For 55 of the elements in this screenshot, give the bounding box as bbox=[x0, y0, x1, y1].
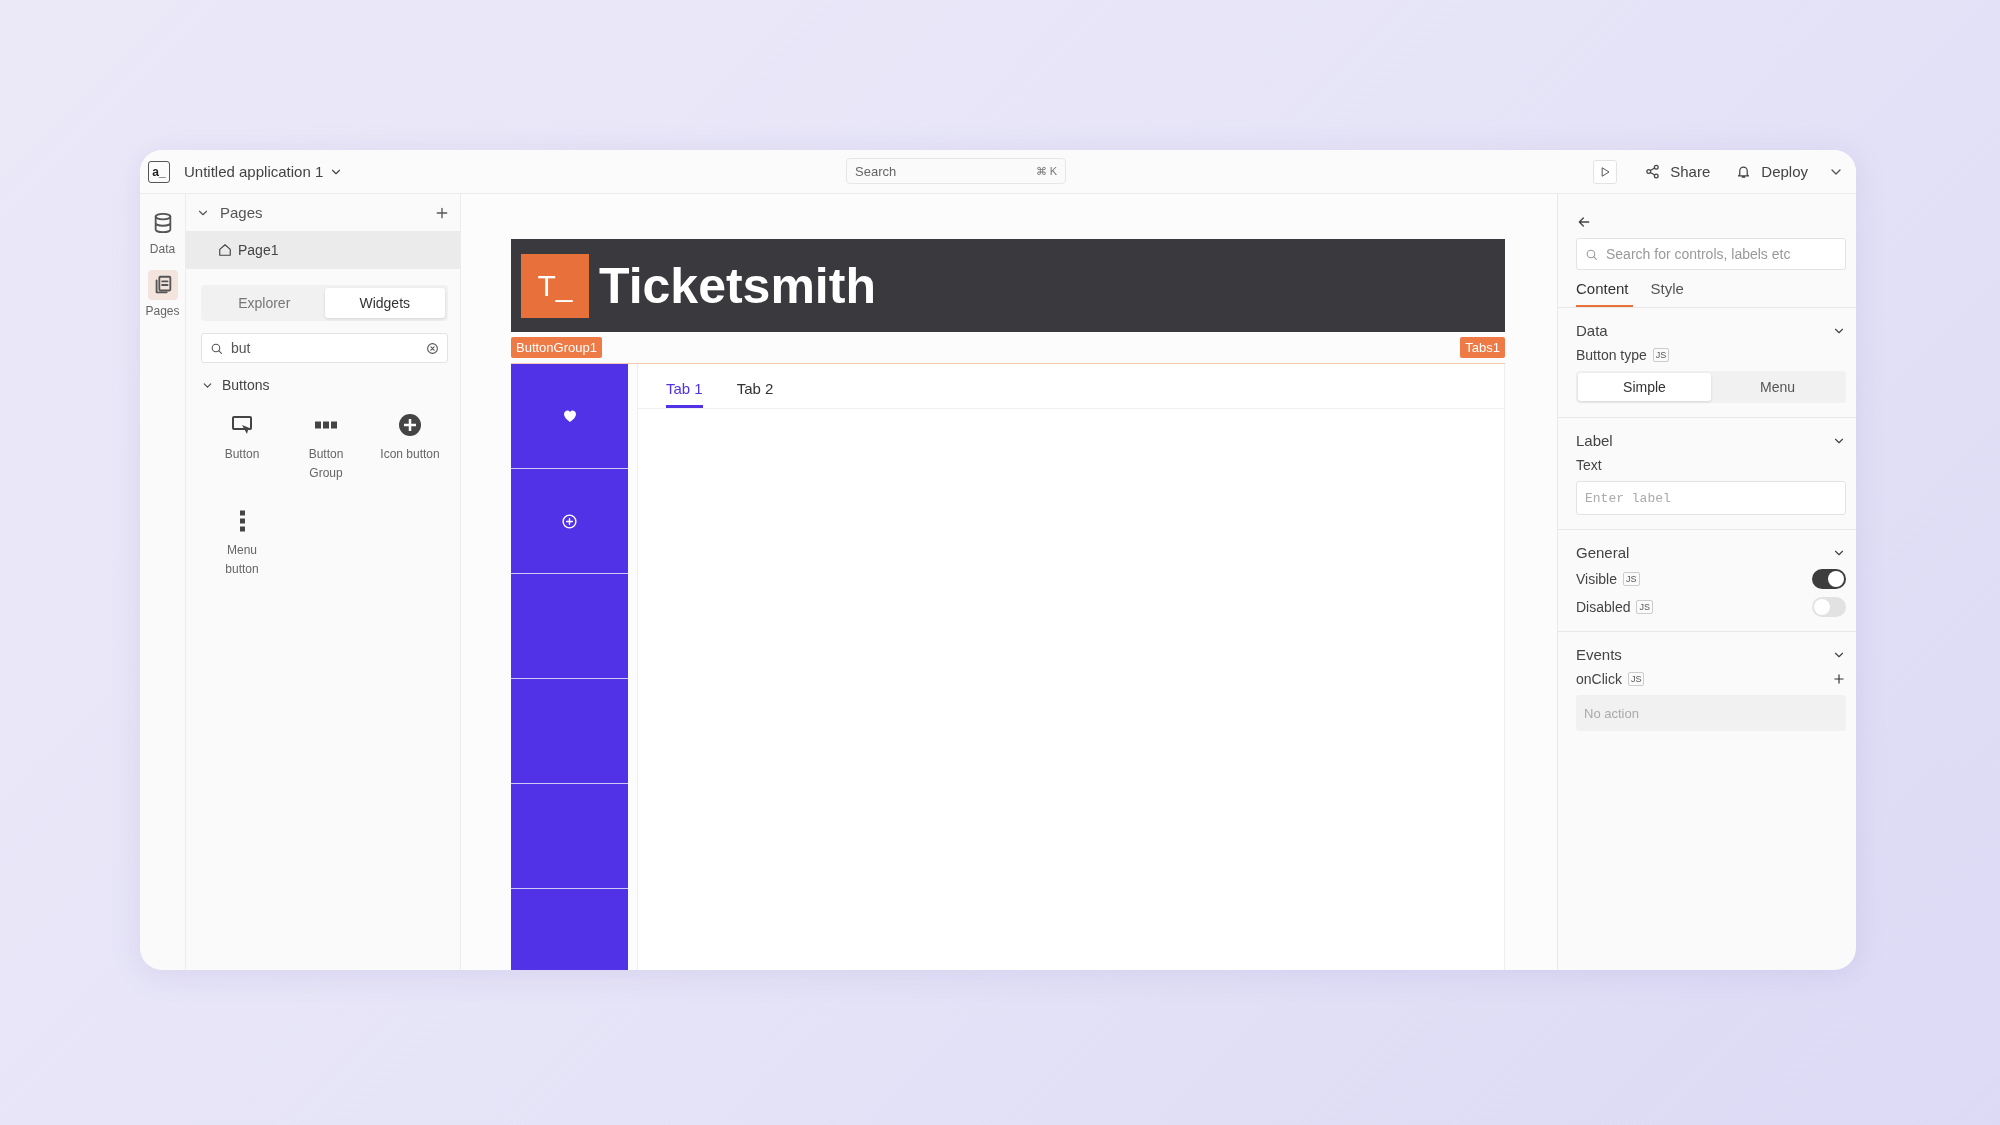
home-icon bbox=[218, 243, 232, 257]
field-label: Button type bbox=[1576, 347, 1647, 363]
toggle-switch[interactable] bbox=[1812, 597, 1846, 617]
js-badge[interactable]: JS bbox=[1636, 600, 1653, 614]
brand-logo: T_ bbox=[521, 253, 589, 318]
section-toggle[interactable]: Events bbox=[1576, 646, 1846, 663]
pages-section-toggle[interactable]: Pages bbox=[196, 204, 263, 221]
js-badge[interactable]: JS bbox=[1652, 348, 1670, 362]
rail-data-button[interactable]: Data bbox=[147, 208, 178, 256]
page-item[interactable]: Page1 bbox=[186, 231, 460, 269]
option-button[interactable]: Simple bbox=[1578, 373, 1711, 401]
text-input[interactable]: Enter label bbox=[1576, 481, 1846, 515]
plus-circle-icon bbox=[398, 413, 422, 437]
clear-icon[interactable] bbox=[426, 341, 439, 355]
widget-item[interactable]: Icon button bbox=[368, 413, 452, 493]
widget-item[interactable]: Button bbox=[200, 413, 284, 493]
brand-title: Ticketsmith bbox=[599, 256, 876, 315]
option-button[interactable]: Menu bbox=[1711, 373, 1844, 401]
tab[interactable]: Content bbox=[1576, 276, 1633, 307]
play-icon bbox=[1599, 165, 1612, 178]
deploy-button[interactable]: Deploy bbox=[1730, 159, 1814, 184]
panel-tab[interactable]: Explorer bbox=[204, 288, 325, 318]
plus-circle-icon bbox=[561, 512, 578, 530]
search-icon bbox=[210, 341, 223, 355]
preview-button[interactable] bbox=[1593, 159, 1618, 184]
add-icon[interactable] bbox=[1832, 672, 1846, 686]
section-toggle[interactable]: Data bbox=[1576, 322, 1846, 339]
field-label: onClick bbox=[1576, 671, 1622, 687]
field-label: Text bbox=[1576, 457, 1602, 473]
back-arrow-icon[interactable] bbox=[1576, 214, 1592, 230]
toggle-switch[interactable] bbox=[1812, 569, 1846, 589]
widget-item[interactable]: Button Group bbox=[284, 413, 368, 493]
js-badge[interactable]: JS bbox=[1623, 572, 1640, 586]
tab[interactable]: Style bbox=[1650, 276, 1688, 307]
panel-tab[interactable]: Widgets bbox=[324, 288, 445, 318]
widget-search-field[interactable]: but bbox=[201, 333, 448, 363]
section-toggle[interactable]: General bbox=[1576, 544, 1846, 561]
heart-icon bbox=[561, 408, 578, 424]
shortcut-hint: ⌘ K bbox=[1035, 164, 1057, 178]
share-button[interactable]: Share bbox=[1639, 159, 1717, 184]
js-badge[interactable]: JS bbox=[1627, 672, 1645, 686]
widget-group-toggle[interactable]: Buttons bbox=[201, 377, 460, 393]
section-toggle[interactable]: Label bbox=[1576, 432, 1846, 449]
tab[interactable]: Tab 1 bbox=[666, 372, 703, 408]
search-field[interactable]: Search ⌘ K bbox=[846, 158, 1066, 184]
field-label: Disabled bbox=[1576, 599, 1631, 615]
search-icon bbox=[1585, 247, 1598, 261]
app-title-dropdown[interactable]: Untitled application 1 bbox=[184, 163, 344, 180]
field-label: Visible bbox=[1576, 571, 1617, 587]
vertical-dots-icon bbox=[239, 509, 245, 533]
tab[interactable]: Tab 2 bbox=[736, 372, 774, 408]
bell-icon bbox=[1736, 164, 1752, 179]
app-logo[interactable]: a_ bbox=[148, 160, 170, 183]
share-icon bbox=[1645, 164, 1661, 179]
widget-item[interactable]: Menu button bbox=[200, 509, 284, 589]
